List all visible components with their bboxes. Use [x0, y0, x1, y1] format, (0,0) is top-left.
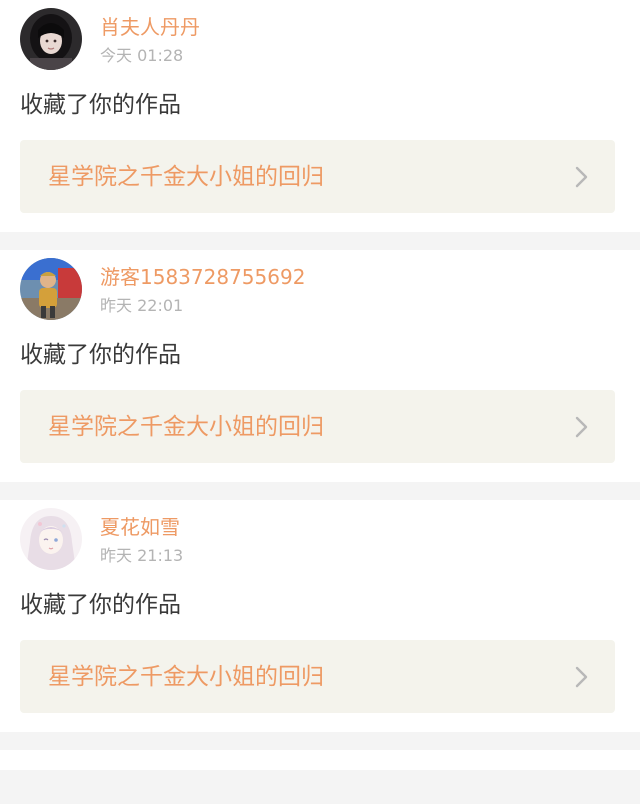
work-title: 星学院之千金大小姐的回归: [48, 164, 324, 190]
username[interactable]: 夏花如雪: [100, 514, 180, 540]
notification-card: 夏花如雪 昨天 21:13 收藏了你的作品 星学院之千金大小姐的回归: [0, 500, 640, 732]
action-text: 收藏了你的作品: [20, 342, 181, 368]
notification-card: 肖夫人丹丹 今天 01:28 收藏了你的作品 星学院之千金大小姐的回归: [0, 0, 640, 232]
username[interactable]: 肖夫人丹丹: [100, 14, 200, 40]
work-title: 星学院之千金大小姐的回归: [48, 414, 324, 440]
work-link[interactable]: 星学院之千金大小姐的回归: [20, 640, 615, 713]
user-avatar[interactable]: [20, 8, 82, 70]
chevron-right-icon: [575, 416, 588, 438]
avatar-child-photo-icon: [20, 258, 82, 320]
user-avatar[interactable]: [20, 508, 82, 570]
notification-feed: 肖夫人丹丹 今天 01:28 收藏了你的作品 星学院之千金大小姐的回归 游客15…: [0, 0, 640, 770]
work-link[interactable]: 星学院之千金大小姐的回归: [20, 390, 615, 463]
chevron-right-icon: [575, 666, 588, 688]
action-text: 收藏了你的作品: [20, 92, 181, 118]
timestamp: 昨天 21:13: [100, 546, 184, 565]
avatar-anime-girl-icon: [20, 508, 82, 570]
action-text: 收藏了你的作品: [20, 592, 181, 618]
timestamp: 今天 01:28: [100, 46, 184, 65]
username[interactable]: 游客1583728755692: [100, 264, 305, 290]
user-avatar[interactable]: [20, 258, 82, 320]
work-link[interactable]: 星学院之千金大小姐的回归: [20, 140, 615, 213]
work-title: 星学院之千金大小姐的回归: [48, 664, 324, 690]
next-card-edge: [0, 750, 640, 770]
notification-card: 游客1583728755692 昨天 22:01 收藏了你的作品 星学院之千金大…: [0, 250, 640, 482]
timestamp: 昨天 22:01: [100, 296, 184, 315]
chevron-right-icon: [575, 166, 588, 188]
avatar-dark-hair-girl-icon: [20, 8, 82, 70]
